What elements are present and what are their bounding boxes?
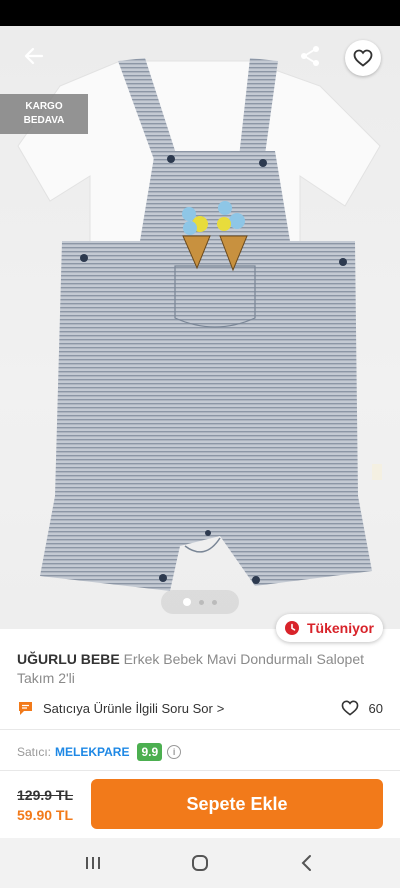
share-button[interactable]	[294, 40, 326, 72]
divider	[0, 729, 400, 730]
chat-bubble-icon	[19, 701, 32, 715]
back-chevron-icon	[301, 855, 311, 871]
pagination-dot[interactable]	[212, 599, 217, 605]
ask-seller-row[interactable]: Satıcıya Ürünle İlgili Soru Sor > 60	[17, 697, 383, 719]
cargo-badge-line2: BEDAVA	[23, 115, 65, 126]
sold-out-label: Tükeniyor	[307, 620, 374, 636]
current-price: 59.90 TL	[17, 807, 74, 823]
likes-count[interactable]: 60	[341, 700, 383, 716]
seller-label: Satıcı:	[17, 745, 52, 759]
pagination-dot-active[interactable]	[183, 598, 191, 606]
arrow-left-icon	[24, 47, 44, 65]
home-button[interactable]	[180, 843, 220, 883]
back-nav-button[interactable]	[287, 843, 327, 883]
ask-seller-label[interactable]: Satıcıya Ürünle İlgili Soru Sor	[43, 701, 213, 716]
heart-outline-icon	[353, 49, 373, 67]
clock-icon	[285, 621, 299, 635]
seller-score-badge: 9.9	[137, 743, 163, 761]
back-button[interactable]	[18, 40, 50, 72]
cargo-badge-line1: KARGO	[25, 101, 63, 112]
pagination-dot[interactable]	[199, 599, 204, 605]
free-shipping-badge: KARGO BEDAVA	[0, 94, 88, 134]
old-price: 129.9 TL	[17, 787, 74, 803]
system-nav-bar	[0, 838, 400, 888]
seller-name-link[interactable]: MELEKPARE	[55, 745, 129, 759]
status-bar	[0, 0, 400, 26]
recent-apps-icon	[86, 857, 101, 869]
favorite-button[interactable]	[345, 40, 381, 76]
product-title: UĞURLU BEBE Erkek Bebek Mavi Dondurmalı …	[17, 650, 377, 688]
heart-outline-icon	[341, 700, 358, 716]
gallery-pagination[interactable]	[161, 590, 239, 614]
share-icon	[301, 46, 319, 66]
sold-out-badge: Tükeniyor	[276, 614, 383, 642]
brand-name[interactable]: UĞURLU BEBE	[17, 651, 120, 667]
likes-value: 60	[368, 700, 383, 716]
info-icon[interactable]: i	[167, 745, 182, 759]
seller-row: Satıcı: MELEKPARE 9.9 i	[17, 740, 182, 764]
home-icon	[191, 855, 208, 871]
add-to-cart-button[interactable]: Sepete Ekle	[91, 779, 383, 829]
chevron-right-icon: >	[216, 700, 225, 716]
recent-apps-button[interactable]	[73, 843, 113, 883]
